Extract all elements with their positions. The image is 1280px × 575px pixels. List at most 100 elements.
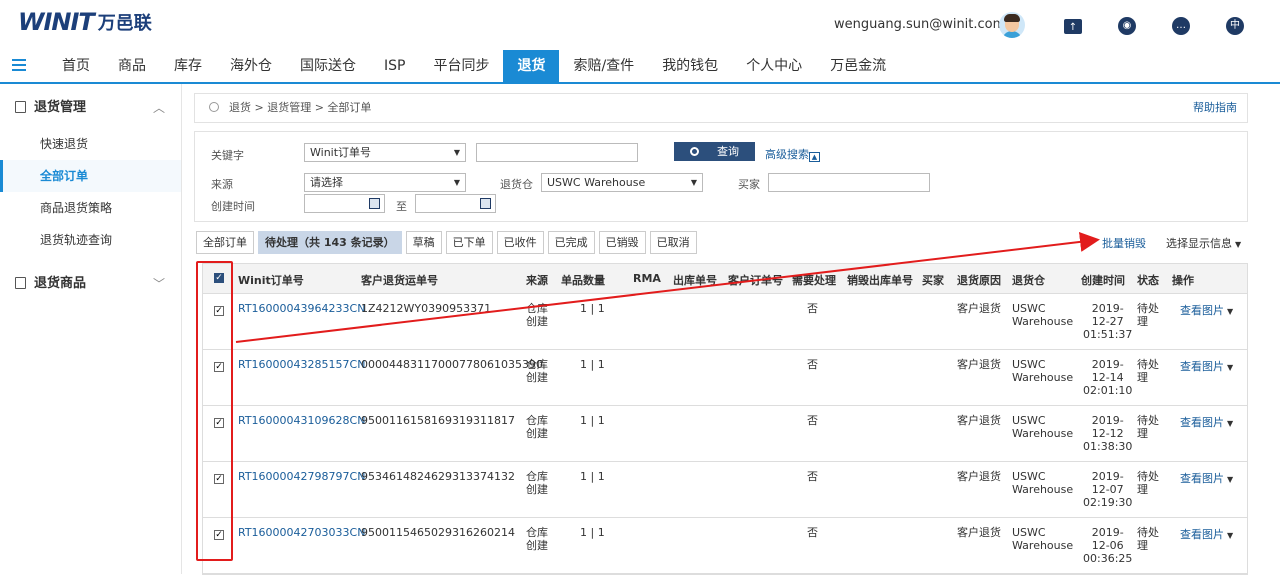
- reason-cell: 客户退货: [957, 526, 1001, 539]
- nav-finance[interactable]: 万邑金流: [816, 50, 900, 82]
- select-display-info[interactable]: 选择显示信息 ▼: [1166, 235, 1241, 251]
- dropdown-arrow-icon: ▼: [453, 178, 460, 187]
- breadcrumb-path: 退货 > 退货管理 > 全部订单: [229, 101, 372, 114]
- order-number-link[interactable]: RT16000043109628CN: [238, 414, 365, 427]
- reason-cell: 客户退货: [957, 414, 1001, 427]
- logo-text: 万邑联: [97, 13, 152, 34]
- tab-received[interactable]: 已收件: [496, 231, 544, 254]
- waybill-number: 9500115465029316260214: [361, 526, 515, 539]
- created-from-input[interactable]: [304, 194, 385, 213]
- user-email[interactable]: wenguang.sun@winit.com.cn: [834, 17, 1025, 32]
- caret-down-icon: ▼: [1227, 419, 1234, 428]
- menu-toggle-icon[interactable]: [12, 59, 26, 71]
- row-checkbox[interactable]: ✓: [214, 474, 224, 484]
- query-button[interactable]: 查询: [674, 142, 755, 161]
- nav-home[interactable]: 首页: [48, 50, 104, 82]
- nav-personal-center[interactable]: 个人中心: [732, 50, 816, 82]
- sidebar-item-return-policy[interactable]: 商品退货策略: [0, 192, 181, 224]
- sidebar-item-quick-return[interactable]: 快速退货: [0, 128, 181, 160]
- order-number-link[interactable]: RT16000043285157CN: [238, 358, 365, 371]
- view-images-button[interactable]: 查看图片 ▼: [1180, 304, 1233, 318]
- sidebar-item-return-tracking[interactable]: 退货轨迹查询: [0, 224, 181, 256]
- row-checkbox[interactable]: ✓: [214, 418, 224, 428]
- caret-down-icon: ▼: [1227, 363, 1234, 372]
- source-select[interactable]: 请选择 ▼: [304, 173, 466, 192]
- tab-completed[interactable]: 已完成: [547, 231, 595, 254]
- select-all-checkbox[interactable]: ✓: [214, 273, 224, 283]
- warehouse-cell: USWC Warehouse: [1012, 302, 1074, 328]
- nav-isp[interactable]: ISP: [370, 50, 419, 82]
- advanced-search-link[interactable]: 高级搜索 ▲: [765, 146, 820, 162]
- calendar-icon[interactable]: [480, 198, 491, 209]
- language-icon[interactable]: 中: [1226, 17, 1244, 35]
- help-guide-link[interactable]: 帮助指南: [1193, 94, 1237, 122]
- view-images-button[interactable]: 查看图片 ▼: [1180, 360, 1233, 374]
- sidebar-item-all-orders[interactable]: 全部订单: [0, 160, 181, 192]
- nav-claims[interactable]: 索赔/查件: [559, 50, 648, 82]
- nav-international-delivery[interactable]: 国际送仓: [286, 50, 370, 82]
- tab-ordered[interactable]: 已下单: [445, 231, 493, 254]
- avatar[interactable]: [999, 12, 1025, 38]
- buyer-input[interactable]: [768, 173, 930, 192]
- view-images-button[interactable]: 查看图片 ▼: [1180, 416, 1233, 430]
- order-number-link[interactable]: RT16000042798797CN: [238, 470, 365, 483]
- sidebar-group-return-management[interactable]: 退货管理 ︿: [0, 88, 181, 128]
- query-label: 查询: [717, 145, 739, 158]
- view-images-button[interactable]: 查看图片 ▼: [1180, 528, 1233, 542]
- winit-logo[interactable]: WINIT 万邑联: [18, 8, 152, 36]
- tab-destroyed[interactable]: 已销毁: [598, 231, 646, 254]
- created-cell: 2019- 12-12 01:38:30: [1083, 414, 1133, 453]
- nav-platform-sync[interactable]: 平台同步: [419, 50, 503, 82]
- sidebar-group-label: 退货管理: [34, 100, 87, 115]
- caret-down-icon: ▼: [1227, 475, 1234, 484]
- keyword-type-select[interactable]: Winit订单号 ▼: [304, 143, 466, 162]
- advanced-search-label: 高级搜索: [765, 148, 809, 161]
- sidebar: 退货管理 ︿ 快速退货 全部订单 商品退货策略 退货轨迹查询 退货商品 ﹀: [0, 84, 182, 574]
- upload-folder-icon[interactable]: ↑: [1064, 19, 1082, 34]
- needs-handling-cell: 否: [807, 358, 818, 371]
- keyword-input[interactable]: [476, 143, 638, 162]
- to-label: 至: [396, 200, 407, 213]
- table-row: ✓ RT16000042703033CN 9500115465029316260…: [203, 518, 1247, 574]
- tab-draft[interactable]: 草稿: [405, 231, 442, 254]
- collapse-icon: ▲: [809, 152, 820, 162]
- status-cell: 待处理: [1137, 470, 1159, 496]
- needs-handling-cell: 否: [807, 414, 818, 427]
- table-row: ✓ RT16000043109628CN 9500116158169319311…: [203, 406, 1247, 462]
- order-number-link[interactable]: RT16000042703033CN: [238, 526, 365, 539]
- tab-pending[interactable]: 待处理（共 143 条记录）: [258, 231, 402, 254]
- col-buyer: 买家: [922, 274, 944, 287]
- logo-mark: WINIT: [18, 8, 95, 36]
- warehouse-select[interactable]: USWC Warehouse ▼: [541, 173, 703, 192]
- created-to-input[interactable]: [415, 194, 496, 213]
- warehouse-cell: USWC Warehouse: [1012, 358, 1074, 384]
- calendar-icon[interactable]: [369, 198, 380, 209]
- row-checkbox[interactable]: ✓: [214, 530, 224, 540]
- nav-wallet[interactable]: 我的钱包: [648, 50, 732, 82]
- source-cell: 仓库 创建: [526, 302, 548, 328]
- quantity-cell: 1 | 1: [580, 302, 605, 315]
- breadcrumb: 退货 > 退货管理 > 全部订单 帮助指南: [194, 93, 1248, 123]
- created-cell: 2019- 12-07 02:19:30: [1083, 470, 1133, 509]
- tab-all-orders[interactable]: 全部订单: [196, 231, 254, 254]
- quantity-cell: 1 | 1: [580, 526, 605, 539]
- message-icon[interactable]: …: [1172, 17, 1190, 35]
- nav-returns[interactable]: 退货: [503, 50, 560, 82]
- view-images-button[interactable]: 查看图片 ▼: [1180, 472, 1233, 486]
- row-checkbox[interactable]: ✓: [214, 306, 224, 316]
- created-cell: 2019- 12-27 01:51:37: [1083, 302, 1133, 341]
- nav-inventory[interactable]: 库存: [160, 50, 216, 82]
- batch-destroy-link[interactable]: 批量销毁: [1102, 235, 1146, 251]
- reason-cell: 客户退货: [957, 358, 1001, 371]
- nav-overseas-warehouse[interactable]: 海外仓: [216, 50, 286, 82]
- source-cell: 仓库 创建: [526, 358, 548, 384]
- sidebar-group-return-products[interactable]: 退货商品 ﹀: [0, 264, 181, 304]
- order-number-link[interactable]: RT16000043964233CN: [238, 302, 365, 315]
- nav-products[interactable]: 商品: [104, 50, 160, 82]
- row-checkbox[interactable]: ✓: [214, 362, 224, 372]
- source-value: 请选择: [310, 176, 343, 189]
- tab-cancelled[interactable]: 已取消: [649, 231, 697, 254]
- dropdown-arrow-icon: ▼: [690, 178, 697, 187]
- waybill-number: 1Z4212WY0390953371: [361, 302, 492, 315]
- support-icon[interactable]: ◉: [1118, 17, 1136, 35]
